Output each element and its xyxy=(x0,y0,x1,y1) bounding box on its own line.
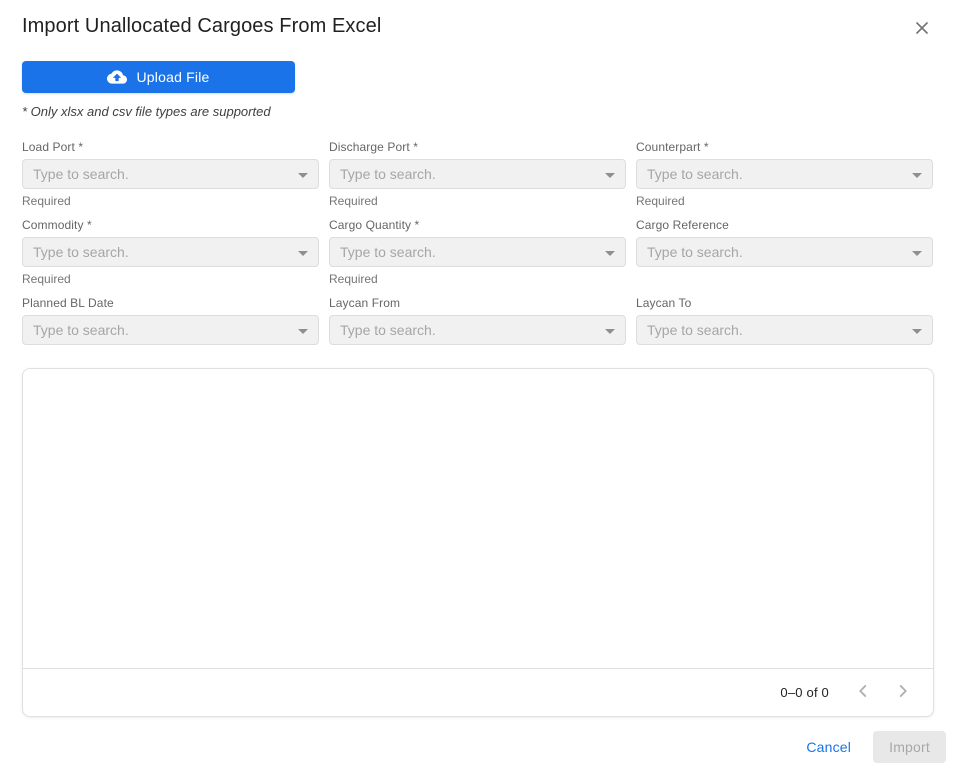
close-button[interactable] xyxy=(910,17,934,41)
dialog-title: Import Unallocated Cargoes From Excel xyxy=(22,15,381,38)
table-pagination: 0–0 of 0 xyxy=(23,668,933,716)
cargoes-table-panel: 0–0 of 0 xyxy=(22,368,934,717)
dialog-actions: Cancel Import xyxy=(0,717,956,777)
discharge-port-input[interactable] xyxy=(330,160,625,188)
cloud-upload-icon xyxy=(107,67,127,87)
load-port-hint: Required xyxy=(22,194,319,208)
form-field-laycan-from: Laycan From xyxy=(329,296,626,362)
import-button[interactable]: Import xyxy=(873,731,946,763)
dropdown-arrow-icon[interactable] xyxy=(912,173,922,178)
laycan-to-hint xyxy=(636,350,933,362)
cargoes-table-empty-body xyxy=(23,369,933,668)
counterpart-input[interactable] xyxy=(637,160,932,188)
laycan-to-label: Laycan To xyxy=(636,296,933,310)
load-port-select[interactable] xyxy=(22,159,319,189)
laycan-to-input[interactable] xyxy=(637,316,932,344)
form-field-load-port: Load Port * Required xyxy=(22,140,319,208)
discharge-port-select[interactable] xyxy=(329,159,626,189)
commodity-select[interactable] xyxy=(22,237,319,267)
file-types-note: * Only xlsx and csv file types are suppo… xyxy=(22,104,934,119)
laycan-from-hint xyxy=(329,350,626,362)
counterpart-hint: Required xyxy=(636,194,933,208)
cargo-reference-select[interactable] xyxy=(636,237,933,267)
laycan-from-label: Laycan From xyxy=(329,296,626,310)
cargo-form-grid: Load Port * Required Discharge Port * Re… xyxy=(0,119,956,362)
dropdown-arrow-icon[interactable] xyxy=(298,329,308,334)
dropdown-arrow-icon[interactable] xyxy=(605,173,615,178)
dropdown-arrow-icon[interactable] xyxy=(298,251,308,256)
chevron-left-icon xyxy=(852,680,874,705)
planned-bl-date-hint xyxy=(22,350,319,362)
planned-bl-date-input[interactable] xyxy=(23,316,318,344)
planned-bl-date-label: Planned BL Date xyxy=(22,296,319,310)
cargo-reference-label: Cargo Reference xyxy=(636,218,933,232)
cargo-quantity-label: Cargo Quantity * xyxy=(329,218,626,232)
dropdown-arrow-icon[interactable] xyxy=(605,251,615,256)
chevron-right-icon xyxy=(892,680,914,705)
form-field-counterpart: Counterpart * Required xyxy=(636,140,933,208)
cargo-reference-hint xyxy=(636,272,933,284)
cargo-reference-input[interactable] xyxy=(637,238,932,266)
form-field-planned-bl-date: Planned BL Date xyxy=(22,296,319,362)
laycan-from-input[interactable] xyxy=(330,316,625,344)
discharge-port-label: Discharge Port * xyxy=(329,140,626,154)
laycan-from-select[interactable] xyxy=(329,315,626,345)
dropdown-arrow-icon[interactable] xyxy=(912,329,922,334)
cargo-quantity-hint: Required xyxy=(329,272,626,286)
next-page-button[interactable] xyxy=(883,672,923,712)
previous-page-button[interactable] xyxy=(843,672,883,712)
counterpart-select[interactable] xyxy=(636,159,933,189)
upload-section: Upload File * Only xlsx and csv file typ… xyxy=(0,41,956,119)
dropdown-arrow-icon[interactable] xyxy=(912,251,922,256)
commodity-hint: Required xyxy=(22,272,319,286)
cancel-button[interactable]: Cancel xyxy=(790,731,867,763)
form-field-cargo-reference: Cargo Reference xyxy=(636,218,933,286)
dialog-header: Import Unallocated Cargoes From Excel xyxy=(0,0,956,41)
load-port-input[interactable] xyxy=(23,160,318,188)
discharge-port-hint: Required xyxy=(329,194,626,208)
laycan-to-select[interactable] xyxy=(636,315,933,345)
form-field-laycan-to: Laycan To xyxy=(636,296,933,362)
pagination-range-label: 0–0 of 0 xyxy=(780,685,829,700)
upload-file-button[interactable]: Upload File xyxy=(22,61,295,93)
import-cargoes-dialog: Import Unallocated Cargoes From Excel Up… xyxy=(0,0,956,777)
load-port-label: Load Port * xyxy=(22,140,319,154)
dropdown-arrow-icon[interactable] xyxy=(605,329,615,334)
cargo-quantity-select[interactable] xyxy=(329,237,626,267)
form-field-cargo-quantity: Cargo Quantity * Required xyxy=(329,218,626,286)
planned-bl-date-select[interactable] xyxy=(22,315,319,345)
commodity-input[interactable] xyxy=(23,238,318,266)
close-icon xyxy=(914,20,930,39)
cargo-quantity-input[interactable] xyxy=(330,238,625,266)
commodity-label: Commodity * xyxy=(22,218,319,232)
dropdown-arrow-icon[interactable] xyxy=(298,173,308,178)
counterpart-label: Counterpart * xyxy=(636,140,933,154)
form-field-commodity: Commodity * Required xyxy=(22,218,319,286)
form-field-discharge-port: Discharge Port * Required xyxy=(329,140,626,208)
upload-file-label: Upload File xyxy=(136,69,209,85)
